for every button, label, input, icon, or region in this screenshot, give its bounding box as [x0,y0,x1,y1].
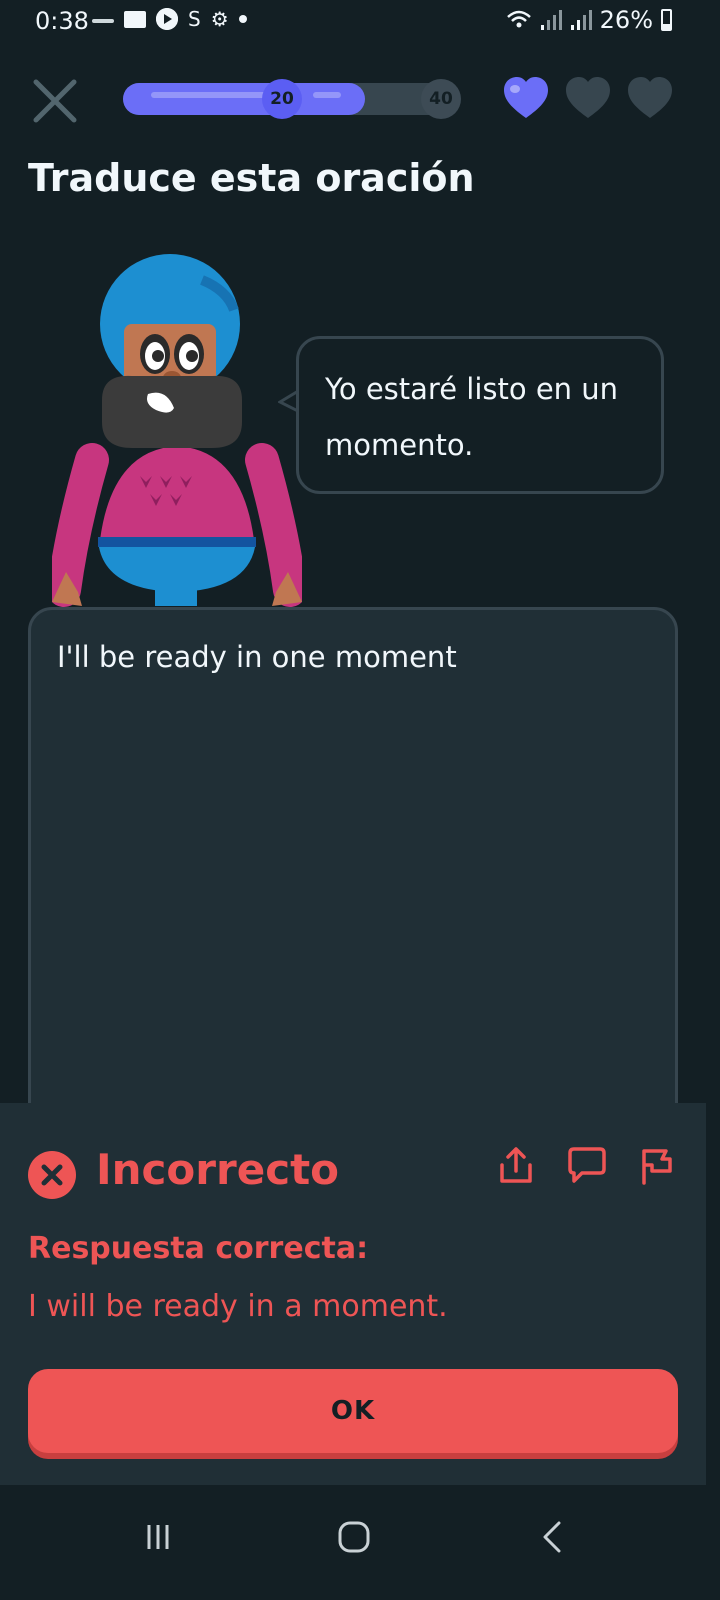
correct-answer-label: Respuesta correcta: [28,1231,369,1266]
incorrect-icon [28,1151,76,1199]
status-time: 0:38 [35,7,89,35]
wifi-icon [506,10,531,28]
answer-input[interactable]: I'll be ready in one moment [28,607,678,1167]
home-button[interactable] [324,1507,384,1567]
app-notification-icon [92,19,114,23]
character-illustration [52,254,302,607]
speech-bubble: Yo estaré listo en un momento. [296,336,664,494]
back-icon [543,1521,561,1553]
close-button[interactable] [30,76,80,126]
progress-milestone: 20 [262,79,302,119]
notification-icons: S ⚙ [92,8,247,30]
navigation-bar [0,1485,706,1600]
heart-icon [504,77,548,118]
prompt-sentence[interactable]: Yo estaré listo en un momento. [325,361,635,473]
lesson-progress-bar: 20 40 [123,79,461,119]
signal-icon-2 [570,10,592,30]
progress-fill [123,83,365,115]
heart-icon [628,77,672,118]
answer-text: I'll be ready in one moment [57,640,457,674]
heart-icon [566,77,610,118]
page-title: Traduce esta oración [28,156,475,200]
close-icon [33,79,77,123]
progress-highlight [313,92,341,98]
battery-percent: 26% [599,6,653,34]
battery-icon [661,9,672,31]
ok-button[interactable]: OK [28,1369,678,1453]
feedback-title: Incorrecto [96,1145,340,1194]
progress-milestone: 40 [421,79,461,119]
comment-icon[interactable] [566,1145,606,1185]
signal-icon-1 [540,10,562,30]
play-icon [156,8,178,30]
hearts-indicator [502,76,674,120]
flag-icon[interactable] [636,1145,676,1185]
recent-apps-icon [147,1525,169,1549]
shazam-icon: S [188,7,201,31]
recent-apps-button[interactable] [128,1507,188,1567]
back-button[interactable] [522,1507,582,1567]
share-icon[interactable] [496,1145,536,1185]
system-icons: 26% [506,6,672,34]
feedback-actions [496,1145,676,1185]
home-icon [338,1521,370,1553]
correct-answer-text: I will be ready in a moment. [28,1289,448,1324]
sync-icon: ⚙ [210,7,229,31]
status-bar: 0:38 S ⚙ 26% [0,0,706,46]
folder-icon [124,10,146,28]
more-notifications-dot [238,15,247,23]
feedback-panel: Incorrecto Respuesta correcta: I will be… [0,1103,706,1485]
